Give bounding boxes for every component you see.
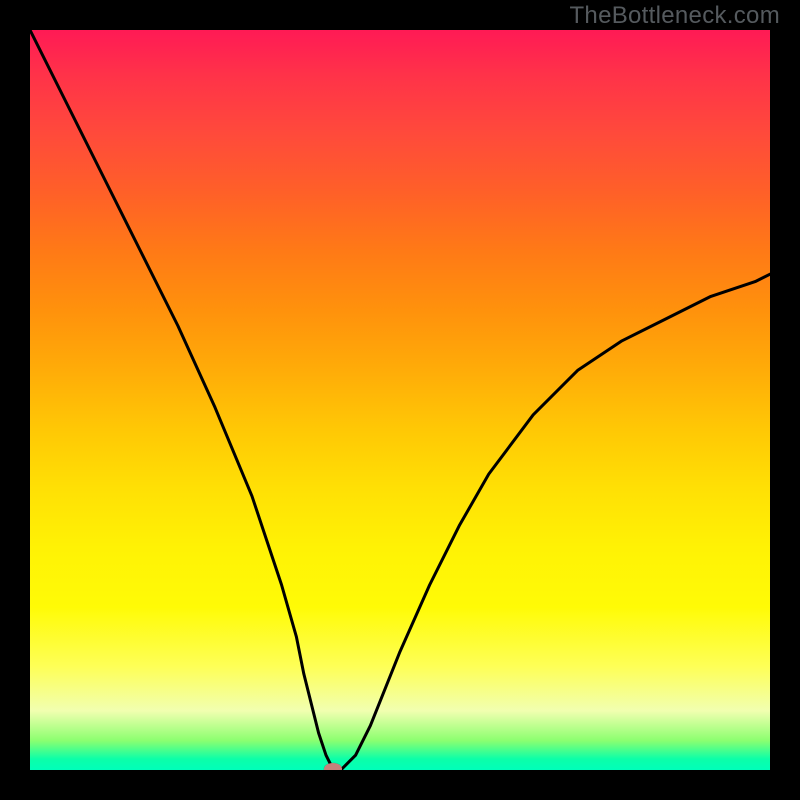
watermark-text: TheBottleneck.com (569, 2, 780, 30)
plot-area (30, 30, 770, 770)
bottleneck-curve (30, 30, 770, 770)
chart-root: TheBottleneck.com (0, 0, 800, 800)
optimum-marker (324, 763, 342, 770)
curve-svg (30, 30, 770, 770)
